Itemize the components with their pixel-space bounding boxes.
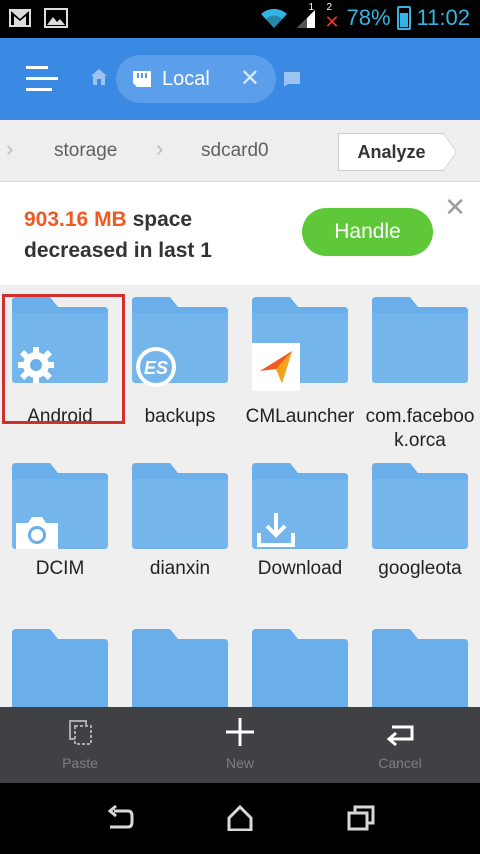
paste-label: Paste xyxy=(62,755,98,771)
cancel-button[interactable]: Cancel xyxy=(320,707,480,783)
folder-icon xyxy=(252,629,348,707)
paste-icon xyxy=(69,720,92,745)
folder-icon xyxy=(12,629,108,707)
folder-icon xyxy=(372,297,468,383)
menu-icon[interactable] xyxy=(26,64,58,94)
home-icon[interactable] xyxy=(90,68,108,86)
es-icon: ES xyxy=(136,347,176,387)
breadcrumb-sdcard0[interactable]: sdcard0 xyxy=(201,140,269,162)
sdcard-icon xyxy=(133,71,151,87)
wifi-icon xyxy=(260,8,287,28)
tab-local-label: Local xyxy=(162,67,210,90)
folder-dcim[interactable]: DCIM xyxy=(0,463,120,593)
recent-apps-icon[interactable] xyxy=(347,805,375,831)
chevron-right-icon: › xyxy=(6,136,14,161)
folder-icon xyxy=(132,629,228,707)
folder-googleota[interactable]: googleota xyxy=(360,463,480,593)
system-nav-bar xyxy=(0,783,480,854)
svg-text:ES: ES xyxy=(144,358,168,378)
action-bar: Paste New Cancel xyxy=(0,707,480,783)
home-nav-icon[interactable] xyxy=(226,805,254,831)
gear-icon xyxy=(18,347,54,383)
folder-label: dianxin xyxy=(149,558,211,579)
notice-text-line2: decreased in last 1 xyxy=(24,239,212,262)
folder-label: DCIM xyxy=(35,558,85,579)
folder-partial[interactable] xyxy=(0,629,120,707)
folder-icon xyxy=(372,463,468,549)
folder-com-facebook-orca[interactable]: com.facebook.orca xyxy=(360,297,480,451)
folder-partial[interactable] xyxy=(120,629,240,707)
folder-cmlauncher[interactable]: CMLauncher xyxy=(240,297,360,447)
back-icon[interactable] xyxy=(106,805,134,831)
folder-partial[interactable] xyxy=(360,629,480,707)
new-label: New xyxy=(225,755,254,771)
battery-icon xyxy=(396,6,411,30)
handle-button[interactable]: Handle xyxy=(302,208,433,256)
signal-icon: 1 xyxy=(295,2,317,32)
signal-sim-label: 1 xyxy=(308,2,315,13)
storage-notice: 903.16 MB space decreased in last 1 Hand… xyxy=(0,182,480,285)
return-icon xyxy=(386,725,414,747)
notice-text-suffix: space xyxy=(126,208,193,231)
notice-message: 903.16 MB space decreased in last 1 xyxy=(24,204,294,266)
close-icon[interactable]: ✕ xyxy=(240,67,260,91)
folder-label: com.facebook.orca xyxy=(365,406,475,451)
status-bar: 1 2 ✕ 78% 11:02 xyxy=(0,0,480,38)
battery-percent: 78% xyxy=(346,5,391,30)
plus-icon xyxy=(226,718,254,746)
chevron-right-icon: › xyxy=(156,136,164,161)
folder-backups[interactable]: ES backups xyxy=(120,297,240,447)
folder-icon xyxy=(372,629,468,707)
folder-label: Android xyxy=(27,406,93,427)
tab-local[interactable]: Local ✕ xyxy=(116,55,276,103)
folder-label: CMLauncher xyxy=(245,406,355,427)
window-icon[interactable] xyxy=(283,70,301,86)
app-bar: Local ✕ xyxy=(0,38,480,120)
sim2-no-signal-icon: 2 ✕ xyxy=(324,2,340,32)
cm-icon xyxy=(252,343,300,391)
camera-icon xyxy=(16,517,58,549)
folder-label: Download xyxy=(257,558,343,579)
folder-grid: Android ES backups CMLauncher com.facebo… xyxy=(0,285,480,707)
gallery-icon xyxy=(44,8,68,28)
folder-dianxin[interactable]: dianxin xyxy=(120,463,240,593)
cancel-label: Cancel xyxy=(378,755,422,771)
analyze-button[interactable]: Analyze xyxy=(338,133,444,171)
folder-android[interactable]: Android xyxy=(0,297,120,447)
folder-icon xyxy=(132,463,228,549)
new-button[interactable]: New xyxy=(160,707,320,783)
close-icon[interactable]: ✕ xyxy=(444,192,466,223)
folder-label: googleota xyxy=(378,558,462,579)
breadcrumb-storage[interactable]: storage xyxy=(54,140,117,162)
folder-partial[interactable] xyxy=(240,629,360,707)
folder-label: backups xyxy=(144,406,216,427)
notice-size: 903.16 MB xyxy=(24,208,127,231)
gmail-icon xyxy=(9,9,31,27)
clock: 11:02 xyxy=(416,5,470,30)
download-icon xyxy=(257,513,295,547)
folder-download[interactable]: Download xyxy=(240,463,360,593)
analyze-button-tip-inner xyxy=(443,134,456,170)
paste-button[interactable]: Paste xyxy=(0,707,160,783)
